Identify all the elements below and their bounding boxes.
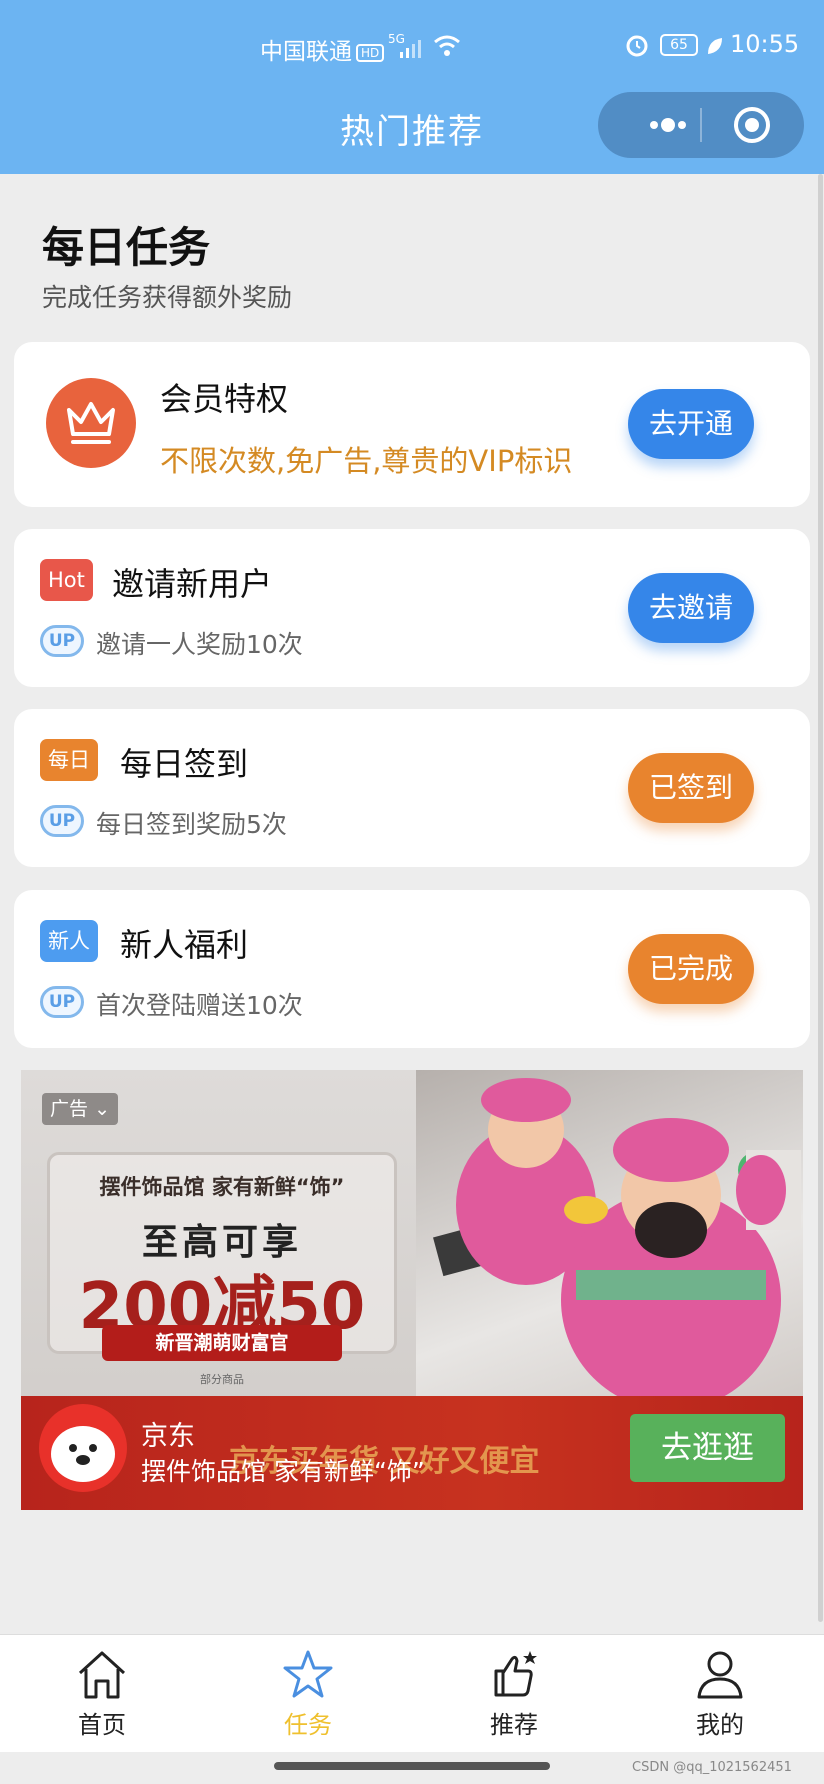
promo-box: 摆件饰品馆 家有新鲜“饰” 至高可享 200减50 新晋潮萌财富官 部分商品: [47, 1152, 397, 1386]
vip-card: 会员特权 不限次数,免广告,尊贵的VIP标识 去开通: [14, 342, 810, 507]
task-title: 每日签到: [120, 745, 249, 783]
activate-vip-button[interactable]: 去开通: [628, 389, 754, 459]
top-bar: 中国联通 HD 5G 65 10:55 热门推荐: [0, 0, 824, 174]
ad-description: 摆件饰品馆 家有新鲜“饰”: [141, 1457, 425, 1486]
home-icon: [78, 1651, 126, 1699]
promo-note: 部分商品: [200, 1373, 244, 1386]
task-title: 新人福利: [120, 926, 249, 964]
up-badge: UP: [40, 625, 84, 657]
alarm-icon: [626, 35, 648, 57]
wifi-icon: [434, 35, 460, 56]
page-subtitle: 完成任务获得额外奖励: [42, 283, 293, 312]
user-icon: [697, 1651, 743, 1699]
tab-bar: 首页 任务 推荐 我的: [0, 1634, 824, 1752]
up-badge: UP: [40, 805, 84, 837]
tab-tasks[interactable]: 任务: [248, 1649, 368, 1749]
ad-photo: [416, 1070, 803, 1410]
ad-banner[interactable]: 广告 ⌄ 摆件饰品馆 家有新鲜“饰” 至高可享 200减50 新晋潮萌财富官 部…: [21, 1070, 803, 1510]
signal-icon: [400, 40, 421, 58]
crown-icon: [67, 402, 115, 444]
leaf-icon: [708, 38, 722, 54]
tab-home[interactable]: 首页: [42, 1649, 162, 1749]
scrollbar[interactable]: [818, 174, 823, 1622]
chevron-down-icon: ⌄: [94, 1098, 110, 1120]
tab-label: 推荐: [490, 1711, 538, 1739]
completed-button[interactable]: 已完成: [628, 934, 754, 1004]
thumbs-up-icon: [494, 1651, 537, 1697]
page-title: 每日任务: [42, 223, 211, 272]
task-description: 每日签到奖励5次: [96, 810, 287, 839]
tab-label: 我的: [696, 1711, 744, 1739]
hd-badge: HD: [356, 43, 385, 62]
task-card-invite: Hot 邀请新用户 UP 邀请一人奖励10次 去邀请: [14, 529, 810, 687]
tab-recommend[interactable]: 推荐: [454, 1649, 574, 1749]
promo-ribbon: 新晋潮萌财富官: [102, 1325, 342, 1361]
ad-cta-button[interactable]: 去逛逛: [630, 1414, 785, 1482]
more-icon[interactable]: [628, 92, 728, 158]
close-mini-program-icon[interactable]: [732, 105, 772, 145]
clock: 10:55: [730, 30, 800, 58]
task-card-newcomer: 新人 新人福利 UP 首次登陆赠送10次 已完成: [14, 890, 810, 1048]
vip-description: 不限次数,免广告,尊贵的VIP标识: [160, 444, 573, 478]
mini-program-capsule: [598, 92, 804, 158]
jd-dog-logo: [39, 1404, 127, 1492]
task-description: 邀请一人奖励10次: [96, 630, 303, 659]
battery-indicator: 65: [660, 34, 698, 56]
home-indicator[interactable]: [274, 1762, 550, 1770]
crown-badge: [46, 378, 136, 468]
hot-tag: Hot: [40, 559, 93, 601]
task-description: 首次登陆赠送10次: [96, 991, 303, 1020]
tab-label: 首页: [78, 1711, 126, 1739]
vip-title: 会员特权: [160, 380, 289, 418]
carrier-name: 中国联通 HD: [260, 32, 385, 66]
ad-brand: 京东: [141, 1421, 195, 1452]
ad-product-figure: [433, 1078, 801, 1410]
checked-in-button[interactable]: 已签到: [628, 753, 754, 823]
promo-headline: 摆件饰品馆 家有新鲜“饰”: [99, 1175, 345, 1199]
up-badge: UP: [40, 986, 84, 1018]
tab-profile[interactable]: 我的: [660, 1649, 780, 1749]
task-card-checkin: 每日 每日签到 UP 每日签到奖励5次 已签到: [14, 709, 810, 867]
star-icon: [283, 1650, 333, 1698]
invite-button[interactable]: 去邀请: [628, 573, 754, 643]
ad-label[interactable]: 广告 ⌄: [42, 1093, 118, 1125]
ad-footer: 京东买年货 又好又便宜 京东 摆件饰品馆 家有新鲜“饰” 去逛逛: [21, 1396, 803, 1510]
daily-tag: 每日: [40, 739, 98, 781]
watermark: CSDN @qq_1021562451: [632, 1760, 792, 1775]
page: 中国联通 HD 5G 65 10:55 热门推荐 每日任务 完成任务获得额外奖励…: [0, 0, 824, 1784]
capsule-divider: [700, 108, 702, 142]
status-bar: 中国联通 HD 5G 65 10:55: [0, 24, 824, 68]
newcomer-tag: 新人: [40, 920, 98, 962]
task-title: 邀请新用户: [112, 565, 273, 603]
tab-label: 任务: [284, 1711, 332, 1739]
